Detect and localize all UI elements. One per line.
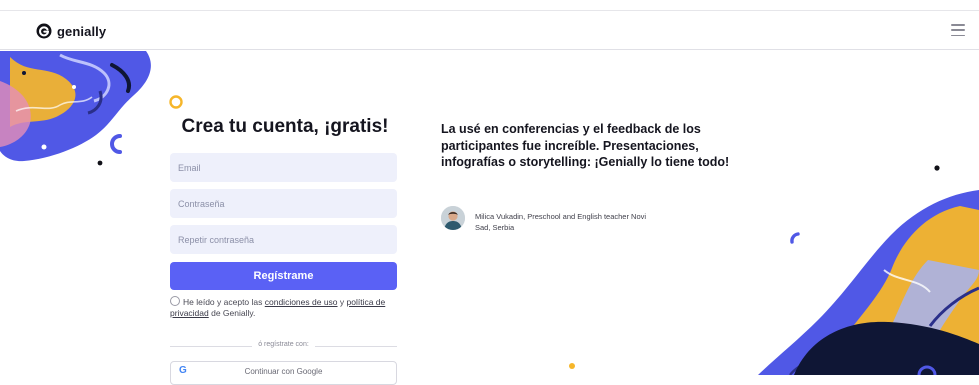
terms-consent: He leído y acepto las condiciones de uso…	[170, 296, 400, 319]
terms-suffix: de Genially.	[208, 308, 256, 318]
decorative-yellow-dot	[569, 363, 575, 369]
signup-title: Crea tu cuenta, ¡gratis!	[181, 116, 389, 137]
email-field[interactable]	[170, 153, 397, 182]
terms-connector: y	[337, 297, 347, 307]
register-button[interactable]: Regístrame	[170, 262, 397, 290]
brand-name: genially	[57, 23, 107, 39]
top-navigation-bar: genially	[0, 10, 979, 50]
decorative-blob-bottom-right	[758, 165, 979, 375]
genially-logo[interactable]: genially	[36, 23, 106, 39]
genially-logo-icon	[36, 23, 52, 39]
terms-of-use-link[interactable]: condiciones de uso	[265, 297, 338, 307]
terms-prefix: He leído y acepto las	[183, 297, 265, 307]
alt-signup-divider: ó regístrate con:	[170, 341, 397, 351]
repeat-password-field[interactable]	[170, 225, 397, 254]
divider-line-right	[315, 346, 397, 347]
testimonial-quote: La usé en conferencias y el feedback de …	[441, 122, 730, 169]
password-field[interactable]	[170, 189, 397, 218]
terms-radio[interactable]	[170, 296, 180, 306]
google-signup-button[interactable]: G Continuar con Google	[170, 361, 397, 385]
hamburger-menu-icon[interactable]	[951, 24, 965, 36]
author-photo	[441, 206, 465, 230]
testimonial-author: Milica Vukadin, Preschool and English te…	[475, 212, 647, 232]
author-avatar	[441, 206, 465, 230]
